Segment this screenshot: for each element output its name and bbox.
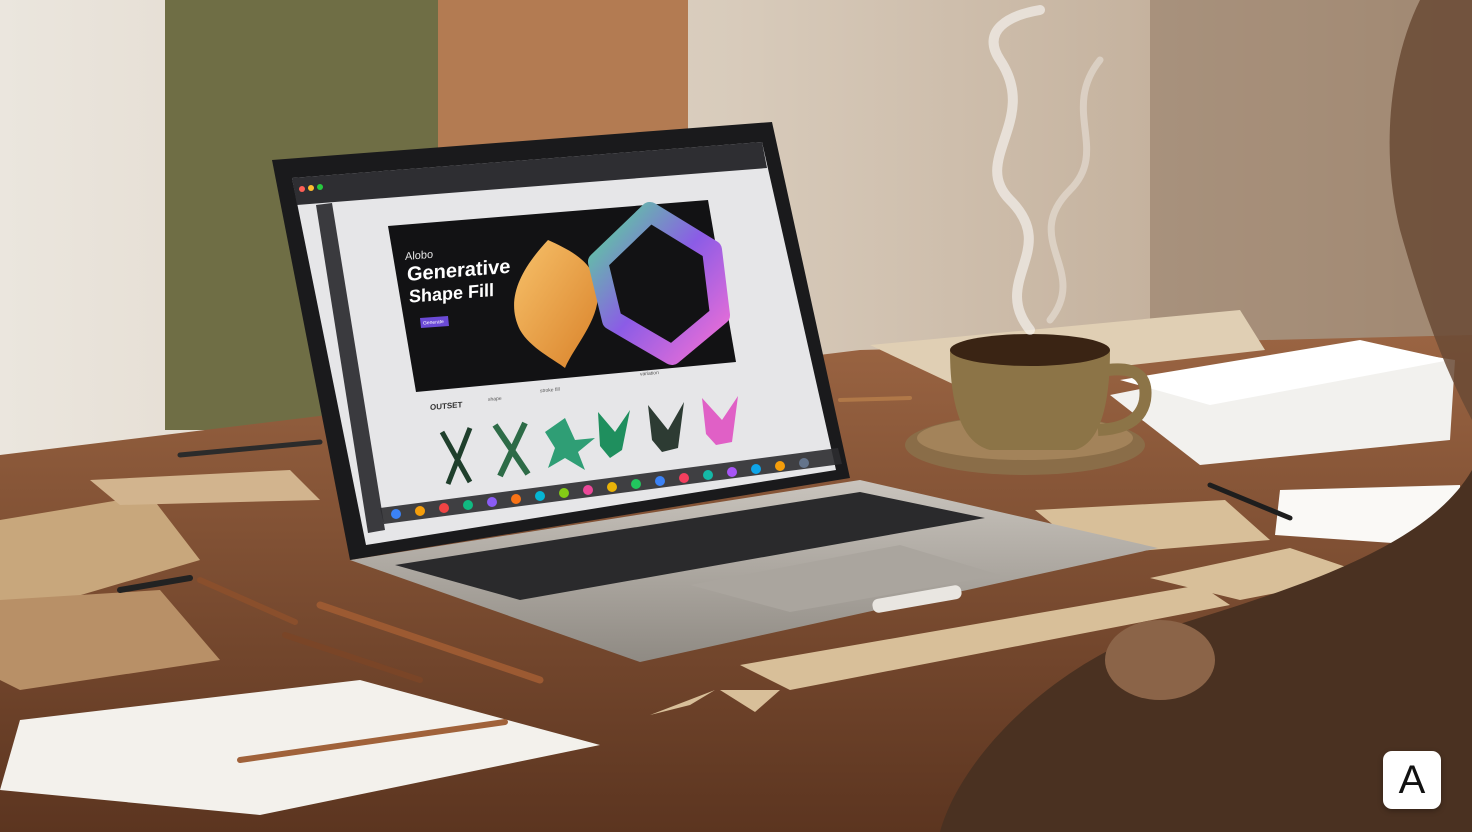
dock-icon[interactable] [775, 461, 785, 471]
dock-icon[interactable] [631, 479, 641, 489]
person-hand [1105, 620, 1215, 700]
window-minimize-dot[interactable] [308, 185, 314, 191]
window-close-dot[interactable] [299, 186, 305, 192]
dock-icon[interactable] [487, 497, 497, 507]
coffee-surface [950, 334, 1110, 366]
dock-icon[interactable] [727, 467, 737, 477]
dock-icon[interactable] [463, 500, 473, 510]
dock-icon[interactable] [415, 506, 425, 516]
dock-icon[interactable] [679, 473, 689, 483]
dock-icon[interactable] [535, 491, 545, 501]
dock-icon[interactable] [703, 470, 713, 480]
dock-icon[interactable] [751, 464, 761, 474]
dock-icon[interactable] [799, 458, 809, 468]
hero-brand: Alobo [405, 249, 433, 263]
dock-icon[interactable] [439, 503, 449, 513]
dock-icon[interactable] [583, 485, 593, 495]
dock-icon[interactable] [655, 476, 665, 486]
pencil [838, 396, 912, 402]
window-maximize-dot[interactable] [317, 184, 323, 190]
dock-icon[interactable] [607, 482, 617, 492]
gallery-caption-1: shape [488, 396, 502, 403]
photo-scene: Alobo Generative Shape Fill Generate OUT… [0, 0, 1472, 832]
dock-icon[interactable] [559, 488, 569, 498]
dock-icon[interactable] [511, 494, 521, 504]
watermark-badge: A [1383, 751, 1441, 809]
dock-icon[interactable] [391, 509, 401, 519]
